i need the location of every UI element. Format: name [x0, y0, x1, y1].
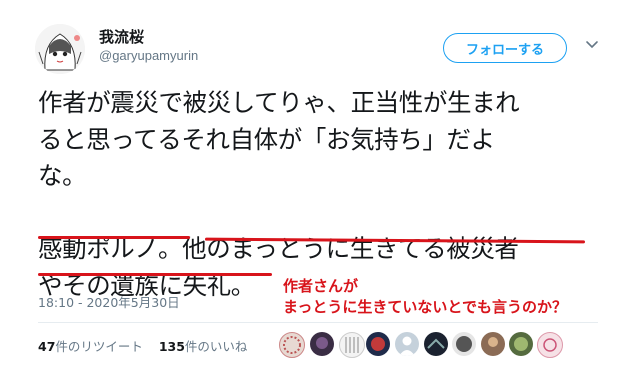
annotation-text: 作者さんが まっとうに生きていないとでも言うのか？	[283, 276, 567, 318]
engagement-stats: 47件のリツイート 135件のいいね	[38, 336, 247, 355]
retweet-count: 47	[38, 339, 56, 354]
liker-avatar-4[interactable]	[366, 332, 390, 356]
liker-avatar-9[interactable]	[509, 332, 533, 356]
tweet-line: ると思ってるそれ自体が「お気持ち」だよ	[38, 124, 495, 154]
liker-avatar-6[interactable]	[424, 332, 448, 356]
liker-avatar-10[interactable]	[537, 332, 563, 358]
like-count: 135	[158, 339, 185, 354]
retweet-label: 件のリツイート	[55, 339, 143, 354]
liker-avatar-3[interactable]	[339, 332, 365, 358]
annotation-line: まっとうに生きていないとでも言うのか？	[283, 298, 567, 316]
retweet-stat[interactable]: 47件のリツイート	[38, 339, 143, 354]
display-name[interactable]: 我流桜	[99, 26, 144, 47]
underline-mark	[38, 273, 272, 276]
liker-avatar-7[interactable]	[452, 332, 476, 356]
tweet-line: 作者が震災で被災してりゃ、正当性が生まれ	[38, 88, 520, 117]
liker-avatar-8[interactable]	[481, 332, 505, 356]
user-handle[interactable]: @garyupamyurin	[99, 48, 198, 63]
like-stat[interactable]: 135件のいいね	[159, 339, 248, 354]
liker-avatar-2[interactable]	[310, 332, 334, 356]
liker-avatar-1[interactable]	[279, 332, 305, 358]
annotation-line: 作者さんが	[283, 277, 359, 295]
follow-button[interactable]: フォローする	[443, 33, 567, 63]
timestamp[interactable]: 18:10 - 2020年5月30日	[38, 292, 180, 311]
tweet-text: 作者が震災で被災してりゃ、正当性が生まれ ると思ってるそれ自体が「お気持ち」だよな…	[38, 85, 598, 304]
divider	[38, 322, 598, 323]
chevron-down-icon[interactable]	[585, 38, 599, 52]
liker-avatar-5[interactable]	[395, 332, 419, 356]
avatar[interactable]	[35, 24, 85, 74]
like-label: 件のいいね	[184, 339, 248, 354]
tweet-line: な。	[38, 161, 87, 190]
underline-mark	[38, 236, 190, 239]
anime-girl-avatar-icon	[35, 24, 85, 74]
